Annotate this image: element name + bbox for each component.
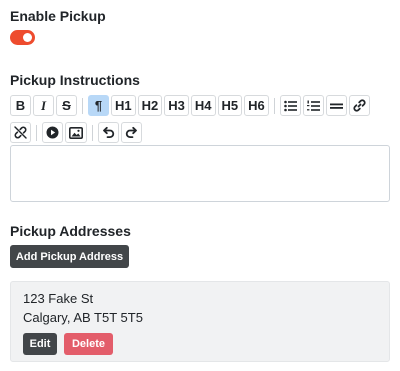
toolbar-row-1: B I S ¶ H1 H2 H3 H4 H5 H6 bbox=[10, 95, 372, 116]
strikethrough-button[interactable]: S bbox=[56, 95, 77, 116]
h3-button[interactable]: H3 bbox=[164, 95, 189, 116]
pickup-instructions-label: Pickup Instructions bbox=[10, 72, 140, 88]
bold-button[interactable]: B bbox=[10, 95, 31, 116]
address-card: 123 Fake St Calgary, AB T5T 5T5 Edit Del… bbox=[10, 281, 390, 362]
bold-icon: B bbox=[15, 98, 26, 113]
h6-button[interactable]: H6 bbox=[244, 95, 269, 116]
toggle-knob bbox=[23, 33, 32, 42]
address-line-1: 123 Fake St bbox=[23, 291, 94, 306]
edit-address-button[interactable]: Edit bbox=[23, 333, 57, 355]
paragraph-icon: ¶ bbox=[94, 98, 103, 113]
bullet-list-button[interactable] bbox=[279, 95, 301, 116]
undo-icon bbox=[103, 126, 115, 138]
toolbar-row-2 bbox=[10, 122, 144, 143]
unlink-icon bbox=[14, 126, 27, 139]
toolbar-divider bbox=[92, 124, 93, 141]
italic-icon: I bbox=[40, 97, 47, 113]
undo-button[interactable] bbox=[98, 122, 119, 143]
italic-button[interactable]: I bbox=[33, 95, 54, 116]
toolbar-divider bbox=[273, 97, 275, 114]
image-icon bbox=[69, 126, 83, 139]
h5-button[interactable]: H5 bbox=[217, 95, 243, 116]
redo-button[interactable] bbox=[121, 122, 142, 143]
ordered-list-icon bbox=[306, 100, 320, 111]
paragraph-button[interactable]: ¶ bbox=[88, 95, 109, 116]
toolbar-divider bbox=[82, 97, 83, 114]
horizontal-rule-icon bbox=[329, 103, 343, 109]
h2-button[interactable]: H2 bbox=[137, 95, 163, 116]
play-icon bbox=[46, 126, 59, 139]
pickup-addresses-label: Pickup Addresses bbox=[10, 223, 131, 239]
add-pickup-address-button[interactable]: Add Pickup Address bbox=[10, 245, 129, 268]
horizontal-rule-button[interactable] bbox=[325, 95, 347, 116]
image-button[interactable] bbox=[65, 122, 87, 143]
enable-pickup-toggle[interactable] bbox=[10, 30, 35, 45]
link-icon bbox=[353, 99, 366, 112]
h1-button[interactable]: H1 bbox=[111, 95, 136, 116]
redo-icon bbox=[125, 126, 137, 138]
delete-address-button[interactable]: Delete bbox=[64, 333, 113, 355]
toolbar-divider bbox=[36, 124, 37, 141]
unlink-button[interactable] bbox=[10, 122, 31, 143]
h4-button[interactable]: H4 bbox=[190, 95, 216, 116]
video-button[interactable] bbox=[42, 122, 63, 143]
bullet-list-icon bbox=[283, 100, 297, 111]
enable-pickup-label: Enable Pickup bbox=[10, 8, 106, 24]
strikethrough-icon: S bbox=[62, 98, 71, 113]
pickup-instructions-editor[interactable] bbox=[10, 145, 390, 202]
ordered-list-button[interactable] bbox=[302, 95, 324, 116]
link-button[interactable] bbox=[348, 95, 370, 116]
address-line-2: Calgary, AB T5T 5T5 bbox=[23, 310, 143, 325]
